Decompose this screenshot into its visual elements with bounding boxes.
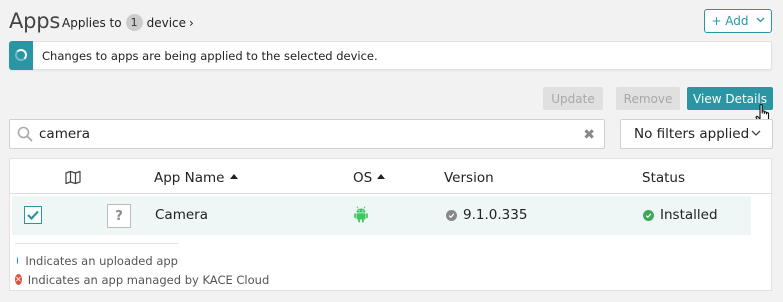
column-app-name-label: App Name [154,170,225,186]
sort-ascending-icon [377,174,386,179]
installed-check-icon [643,209,654,221]
applies-to-link[interactable]: Applies to 1 device › [62,14,194,31]
filter-label: No filters applied [634,126,750,142]
update-button[interactable]: Update [543,87,603,110]
legend-uploaded-text: Indicates an uploaded app [25,253,178,268]
column-version[interactable]: Version [444,170,494,186]
apps-table: App Name OS Version Status ? Camera 9.1.… [9,158,772,291]
notice-indicator [9,40,33,70]
android-icon [354,206,368,223]
row-checkbox[interactable] [24,206,42,224]
search-input[interactable] [39,126,569,142]
sort-ascending-icon [229,174,238,179]
column-version-label: Version [444,170,494,186]
filter-dropdown[interactable]: No filters applied [620,119,773,149]
page-title: Apps [9,9,61,33]
check-circle-icon [446,209,457,221]
managed-x-icon: ✕ [15,274,22,285]
checkmark-icon [27,210,39,220]
app-name-cell[interactable]: Camera [155,207,208,223]
notice-text: Changes to apps are being applied to the… [42,48,378,63]
unknown-app-icon: ? [107,204,131,228]
column-status-label: Status [642,170,686,186]
legend: Indicates an uploaded app ✕ Indicates an… [15,243,269,289]
column-os-label: OS [353,170,373,186]
spinner-icon [15,49,27,61]
legend-item-uploaded: Indicates an uploaded app [15,251,178,270]
chevron-right-icon: › [189,15,194,30]
column-os[interactable]: OS [353,170,386,186]
search-icon [17,126,33,142]
map-icon [65,170,81,185]
status-cell: Installed [643,207,718,223]
legend-managed-text: Indicates an app managed by KACE Cloud [27,272,270,287]
column-status[interactable]: Status [642,170,685,186]
table-header: App Name OS Version Status [10,159,771,194]
applies-prefix: Applies to [62,15,122,30]
pending-changes-notice: Changes to apps are being applied to the… [9,40,772,70]
search-box: ✖ [9,119,605,149]
add-button[interactable]: + Add [704,9,772,33]
chevron-down-icon [756,16,765,26]
device-count-badge: 1 [125,14,143,31]
version-cell: 9.1.0.335 [446,207,527,223]
applies-suffix: device [146,15,187,30]
uploaded-dot-icon [17,257,19,264]
remove-button[interactable]: Remove [616,87,680,110]
version-value: 9.1.0.335 [463,207,528,223]
table-row[interactable]: ? Camera 9.1.0.335 Installed [12,196,751,235]
chevron-down-icon [751,130,761,136]
status-value: Installed [660,207,718,223]
clear-search-icon[interactable]: ✖ [583,127,595,143]
column-app-name[interactable]: App Name [154,170,238,186]
legend-item-managed: ✕ Indicates an app managed by KACE Cloud [15,270,269,289]
add-button-label: + Add [711,14,749,28]
